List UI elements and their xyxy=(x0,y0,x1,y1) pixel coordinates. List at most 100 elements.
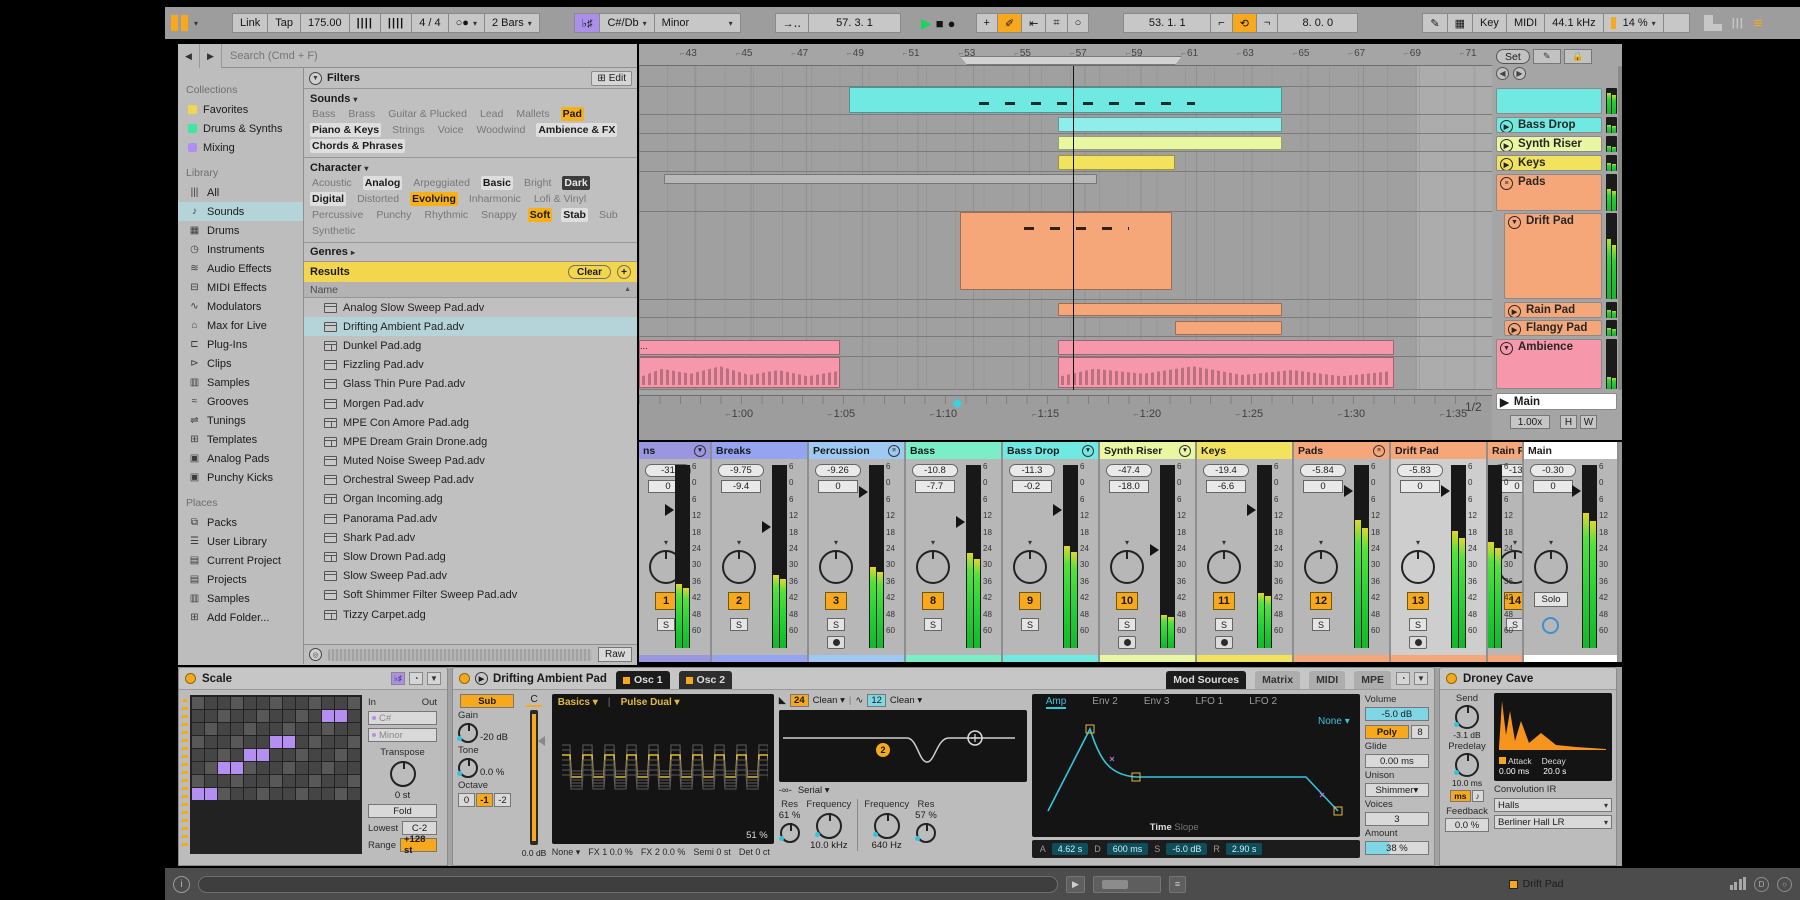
result-item[interactable]: Tizzy Carpet.adg xyxy=(304,605,637,624)
freq1-value[interactable]: 10.0 kHz xyxy=(806,840,851,851)
scale-cell[interactable] xyxy=(322,749,334,761)
feedback-value[interactable]: 0.0 % xyxy=(1445,818,1489,832)
group-icon[interactable]: ≡ xyxy=(888,445,900,457)
result-item[interactable]: MPE Dream Grain Drone.adg xyxy=(304,432,637,451)
filter-group-sounds[interactable]: Sounds ▾ xyxy=(304,89,637,107)
quantize-menu[interactable]: 2 Bars ▾ xyxy=(485,13,540,33)
scale-cell[interactable] xyxy=(192,736,204,748)
track-header-unnamed[interactable] xyxy=(1496,88,1602,114)
mixer-strip-drift-pad[interactable]: Drift Pad-5.83013S6061218243036424860 xyxy=(1391,442,1488,662)
ir-bank-select[interactable]: Halls▾ xyxy=(1494,798,1612,812)
sidebar-item-sounds[interactable]: ♪Sounds xyxy=(178,202,303,221)
optimize-height-button[interactable]: H xyxy=(1560,415,1577,429)
freq2-value[interactable]: 640 Hz xyxy=(864,840,909,851)
solo-button[interactable]: S xyxy=(1215,618,1233,631)
browser-back-button[interactable]: ◀ xyxy=(178,44,200,68)
wave-type-menu[interactable]: Pulse Dual ▾ xyxy=(621,697,680,708)
scale-cell[interactable] xyxy=(335,697,347,709)
scale-cell[interactable] xyxy=(257,697,269,709)
drift-device-on-button[interactable] xyxy=(459,673,470,684)
sub-button[interactable]: Sub xyxy=(460,694,514,708)
arrangement-position-field[interactable]: 57. 3. 1 xyxy=(809,13,901,33)
punch-in-button[interactable]: ⌐ xyxy=(1211,13,1232,33)
scale-cell[interactable] xyxy=(218,710,230,722)
solo-button[interactable]: S xyxy=(1021,618,1039,631)
scale-cell[interactable] xyxy=(348,736,360,748)
scale-cell[interactable] xyxy=(218,749,230,761)
freq1-knob[interactable] xyxy=(816,813,842,839)
tempo-field[interactable]: 175.00 xyxy=(301,13,350,33)
strip-header[interactable]: Bass Drop▼ xyxy=(1003,442,1098,459)
scale-cell[interactable] xyxy=(205,736,217,748)
amount-value[interactable]: 38 % xyxy=(1365,841,1429,855)
arrangement-scrollbar[interactable] xyxy=(1618,66,1622,390)
scale-cell[interactable] xyxy=(283,710,295,722)
volume-field[interactable]: 0 xyxy=(1400,480,1440,493)
scale-cell[interactable] xyxy=(192,775,204,787)
main-fold-icon[interactable]: ▶ xyxy=(1500,395,1509,409)
scale-cell[interactable] xyxy=(244,762,256,774)
sidebar-item-favorites[interactable]: Favorites xyxy=(186,100,303,119)
count-in-button[interactable]: |||| xyxy=(381,13,412,33)
volume-fader-handle[interactable] xyxy=(1344,485,1353,497)
filter-tag-lofi-vinyl[interactable]: Lofi & Vinyl xyxy=(532,192,588,206)
scale-key-icon[interactable]: ♭♯ xyxy=(391,672,405,685)
arm-button[interactable] xyxy=(1118,636,1136,649)
filter-tag-ambience-fx[interactable]: Ambience & FX xyxy=(536,123,617,137)
track-activator[interactable]: 9 xyxy=(1019,592,1041,610)
mixer-strip-synth-riser[interactable]: Synth Riser▼-47.4-18.010S606121824303642… xyxy=(1100,442,1197,662)
raw-button[interactable]: Raw xyxy=(598,647,632,662)
push-status-icon[interactable] xyxy=(171,15,188,31)
scale-cell[interactable] xyxy=(309,762,321,774)
osc-param[interactable]: FX 1 0.0 % xyxy=(588,847,633,858)
sidebar-item-instruments[interactable]: ◷Instruments xyxy=(186,240,303,259)
tab-mpe[interactable]: MPE xyxy=(1354,671,1391,689)
preview-waveform[interactable] xyxy=(328,649,592,661)
filter-tag-bass[interactable]: Bass xyxy=(310,107,337,121)
session-record-button[interactable]: ○ xyxy=(1068,13,1090,33)
scale-cell[interactable] xyxy=(257,723,269,735)
track-header-ambience[interactable]: ▼Ambience xyxy=(1496,339,1602,389)
sidebar-item-current-project[interactable]: ▤Current Project xyxy=(186,551,303,570)
fold-icon[interactable]: ▼ xyxy=(1508,216,1521,229)
scale-cell[interactable] xyxy=(205,762,217,774)
scale-cell[interactable] xyxy=(257,762,269,774)
filter-tag-arpeggiated[interactable]: Arpeggiated xyxy=(411,176,472,190)
predelay-sync-button[interactable]: ♪ xyxy=(1472,790,1484,802)
decay-value[interactable]: 20.0 s xyxy=(1543,766,1566,776)
groove-amount-button[interactable]: ○● ▾ xyxy=(449,13,485,33)
pencil-tool-icon[interactable]: ✎ xyxy=(1533,49,1561,64)
clip[interactable] xyxy=(1058,155,1175,170)
arrangement-grid[interactable]: ... xyxy=(639,66,1492,390)
filter-tag-dark[interactable]: Dark xyxy=(562,176,589,190)
track-header-rain-pad[interactable]: ▶Rain Pad xyxy=(1504,302,1602,318)
strip-header[interactable]: Drift Pad xyxy=(1391,442,1486,459)
filter-tag-rhythmic[interactable]: Rhythmic xyxy=(422,208,470,222)
sidebar-item-drums-synths[interactable]: Drums & Synths xyxy=(186,119,303,138)
droney-device-on-button[interactable] xyxy=(1446,673,1457,684)
play-button[interactable]: ▶ xyxy=(921,15,932,32)
status-play-icon[interactable]: ▶ xyxy=(1066,876,1085,893)
scale-cell[interactable] xyxy=(309,736,321,748)
arrangement-lane[interactable]: ... xyxy=(639,340,1492,357)
scale-cell[interactable] xyxy=(296,710,308,722)
scale-cell[interactable] xyxy=(257,788,269,800)
scale-device-on-button[interactable] xyxy=(185,673,196,684)
prev-marker-button[interactable]: ◀ xyxy=(1496,67,1509,80)
clip[interactable]: ... xyxy=(639,340,840,355)
info-icon[interactable]: i xyxy=(173,876,190,893)
optimize-width-button[interactable]: W xyxy=(1580,415,1597,429)
status-record-icon[interactable]: ○ xyxy=(1777,877,1792,892)
scale-cell[interactable] xyxy=(192,749,204,761)
scale-cell[interactable] xyxy=(283,749,295,761)
capture-midi-button[interactable]: ⌗ xyxy=(1046,13,1067,33)
mixer-strip-breaks[interactable]: Breaks-9.75-9.42S6061218243036424860 xyxy=(712,442,809,662)
volume-field[interactable]: 0 xyxy=(1533,480,1573,493)
scale-cell[interactable] xyxy=(231,762,243,774)
result-item[interactable]: Slow Drown Pad.adg xyxy=(304,547,637,566)
scale-cell[interactable] xyxy=(231,788,243,800)
scale-cell[interactable] xyxy=(348,749,360,761)
scale-cell[interactable] xyxy=(257,710,269,722)
osc-param[interactable]: Det 0 ct xyxy=(739,847,770,858)
volume-fader-handle[interactable] xyxy=(762,521,771,533)
